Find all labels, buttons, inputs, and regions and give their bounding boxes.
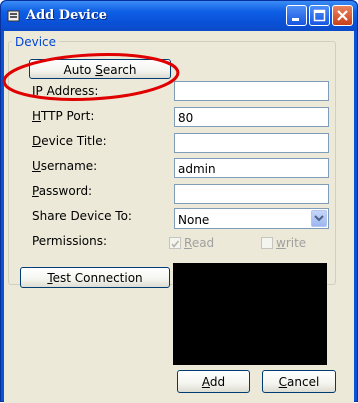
cancel-label: ancel: [287, 375, 320, 389]
auto-search-button[interactable]: Auto Search: [29, 59, 171, 79]
share-device-label: Share Device To:: [32, 209, 132, 223]
close-button[interactable]: [332, 5, 353, 26]
maximize-icon: [313, 9, 326, 22]
username-input[interactable]: admin: [174, 158, 329, 178]
app-icon: [7, 10, 20, 22]
minimize-icon: [292, 18, 299, 21]
chevron-down-icon: [314, 215, 324, 222]
read-label: Read: [184, 236, 215, 250]
test-connection-button[interactable]: Test Connection: [20, 267, 170, 288]
password-label: Password:: [32, 184, 93, 198]
write-checkbox[interactable]: [261, 237, 273, 249]
dialog-client-area: Device Auto Search IP Address: HTTP Port…: [4, 31, 354, 403]
ip-address-input[interactable]: [174, 81, 329, 101]
test-connection-label: est Connection: [52, 271, 143, 285]
video-preview: [173, 263, 327, 365]
read-checkbox[interactable]: [169, 237, 181, 249]
dropdown-button[interactable]: [311, 210, 327, 227]
share-device-value: None: [178, 213, 210, 227]
title-bar[interactable]: Add Device: [1, 1, 357, 31]
add-key: A: [201, 375, 210, 389]
password-input[interactable]: [174, 184, 329, 204]
ip-address-label: IP Address:: [32, 84, 99, 98]
share-device-select[interactable]: None: [174, 208, 329, 229]
window-title: Add Device: [26, 8, 108, 23]
add-device-window: Add Device Device Auto Search IP Address…: [0, 0, 358, 403]
add-label: dd: [209, 375, 226, 389]
checkmark-icon: [171, 240, 180, 248]
group-title: Device: [12, 35, 60, 49]
auto-search-label-a: Auto: [63, 63, 96, 77]
auto-search-key: S: [95, 63, 103, 77]
username-label: Username:: [32, 159, 98, 173]
http-port-label: HTTP Port:: [32, 109, 95, 123]
add-button[interactable]: Add: [177, 370, 250, 393]
http-port-input[interactable]: 80: [174, 107, 329, 127]
permissions-label: Permissions:: [32, 234, 108, 248]
minimize-button[interactable]: [286, 5, 307, 26]
write-label: write: [276, 236, 307, 250]
device-title-input[interactable]: [174, 133, 329, 153]
maximize-button[interactable]: [309, 5, 330, 26]
cancel-button[interactable]: Cancel: [262, 370, 336, 393]
auto-search-label-b: earch: [102, 63, 137, 77]
device-title-label: Device Title:: [32, 134, 107, 148]
cancel-key: C: [278, 375, 288, 389]
close-icon: [337, 10, 348, 21]
